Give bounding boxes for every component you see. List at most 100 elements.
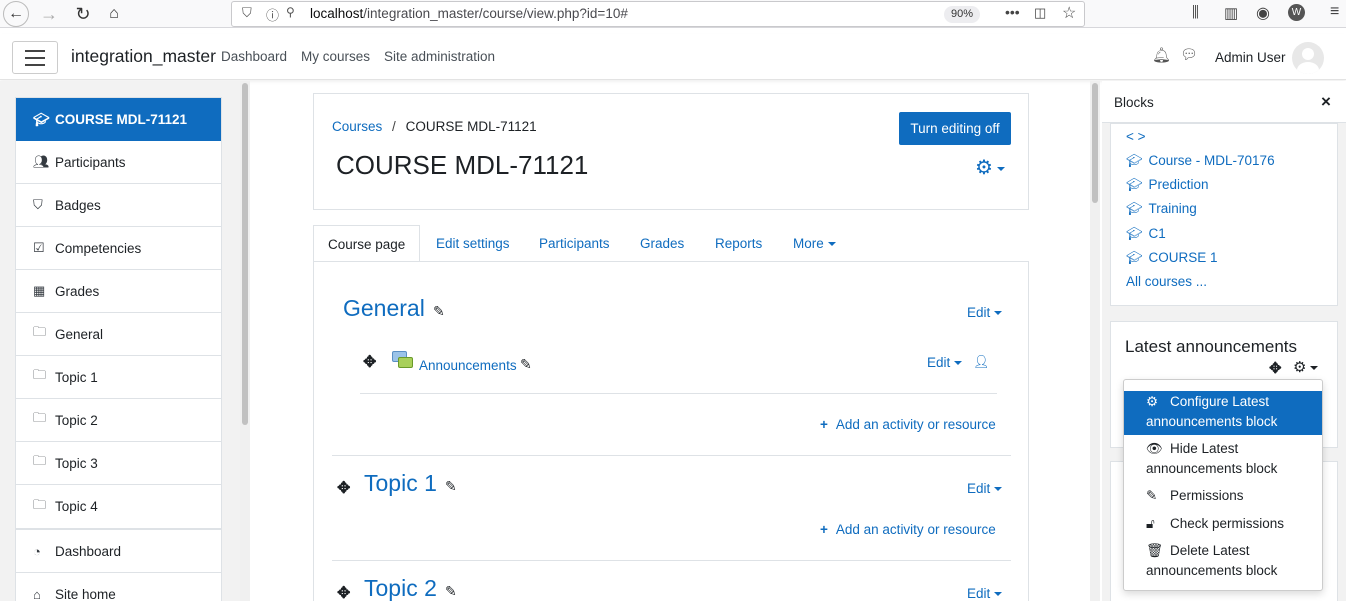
check-permissions-menu-item[interactable]: 🔓︎ Check permissions: [1124, 514, 1322, 534]
course-content: General ✎ Edit ✥ Announcements ✎ Edit 👤︎…: [313, 261, 1029, 601]
library-icon[interactable]: ⫼: [1192, 4, 1199, 21]
configure-block-menu-item[interactable]: ⚙ Configure Latest announcements block: [1124, 391, 1322, 435]
drawer-item-course[interactable]: 🎓︎ COURSE MDL-71121: [16, 98, 221, 141]
bookmark-star-icon[interactable]: ☆: [1062, 3, 1076, 23]
course-link[interactable]: 🎓︎ Prediction: [1126, 177, 1209, 193]
menu-icon[interactable]: ≡: [1330, 3, 1339, 21]
course-link[interactable]: 🎓︎ Training: [1126, 201, 1197, 217]
forward-icon[interactable]: →: [36, 1, 62, 27]
graduation-cap-icon: 🎓︎: [1126, 201, 1143, 216]
drawer-item-badges[interactable]: ⛉ Badges: [16, 184, 221, 227]
reload-icon[interactable]: ↻: [70, 1, 96, 27]
extension-icon[interactable]: W: [1288, 4, 1305, 21]
blocks-title: Blocks: [1114, 95, 1154, 110]
turn-editing-off-button[interactable]: Turn editing off: [899, 112, 1011, 145]
announcements-link[interactable]: Announcements: [419, 358, 517, 373]
section-general-edit-menu[interactable]: Edit: [967, 305, 1003, 320]
block-actions-gear-icon[interactable]: ⚙: [1293, 358, 1319, 376]
dashboard-icon: ◔: [33, 543, 41, 559]
drawer-item-topic-4[interactable]: 🗀 Topic 4: [16, 485, 221, 528]
site-nav-list: ◔ Dashboard ⌂ Site home: [15, 529, 222, 601]
account-icon[interactable]: ◉: [1256, 3, 1270, 23]
section-general-title[interactable]: General: [343, 295, 425, 322]
move-icon[interactable]: ✥: [1269, 359, 1282, 377]
move-icon[interactable]: ✥: [337, 478, 350, 498]
activity-edit-menu[interactable]: Edit: [927, 355, 963, 370]
drawer-item-general[interactable]: 🗀 General: [16, 313, 221, 356]
info-icon[interactable]: ⓘ: [266, 5, 279, 24]
avatar[interactable]: [1292, 42, 1324, 74]
courses-nav-arrows[interactable]: < >: [1126, 129, 1146, 144]
nav-site-admin-link[interactable]: Site administration: [384, 49, 495, 64]
folder-icon: 🗀: [33, 367, 47, 382]
edit-title-pencil-icon[interactable]: ✎: [520, 356, 532, 373]
nav-dashboard-link[interactable]: Dashboard: [221, 49, 287, 64]
user-icon[interactable]: 👤︎: [973, 354, 990, 370]
home-icon[interactable]: ⌂: [101, 1, 127, 27]
drawer-item-grades[interactable]: ▦ Grades: [16, 270, 221, 313]
table-icon: ▦: [33, 283, 46, 298]
tab-grades[interactable]: Grades: [640, 225, 684, 262]
course-link[interactable]: 🎓︎ C1: [1126, 226, 1166, 242]
tab-more[interactable]: More: [793, 225, 836, 262]
course-link[interactable]: 🎓︎ COURSE 1: [1126, 250, 1218, 266]
move-icon[interactable]: ✥: [363, 352, 376, 372]
url-bar[interactable]: ⛉ ⓘ ⚲ localhost/integration_master/cours…: [231, 1, 1085, 27]
delete-block-menu-item[interactable]: 🗑︎ Delete Latest announcements block: [1124, 541, 1322, 581]
drawer-item-dashboard[interactable]: ◔ Dashboard: [16, 530, 221, 573]
all-courses-link[interactable]: All courses ...: [1126, 274, 1207, 289]
edit-title-pencil-icon[interactable]: ✎: [445, 583, 457, 600]
drawer-item-topic-1[interactable]: 🗀 Topic 1: [16, 356, 221, 399]
section-topic-2-edit-menu[interactable]: Edit: [967, 586, 1003, 601]
page-title: COURSE MDL-71121: [336, 150, 589, 180]
pocket-icon[interactable]: ◫: [1034, 5, 1046, 21]
section-topic-1-edit-menu[interactable]: Edit: [967, 481, 1003, 496]
message-icon[interactable]: 💬︎: [1180, 46, 1198, 63]
unlock-icon: 🔓︎: [1146, 516, 1155, 531]
breadcrumb-courses-link[interactable]: Courses: [332, 119, 382, 134]
tab-participants[interactable]: Participants: [539, 225, 610, 262]
drawer-item-participants[interactable]: 👥︎ Participants: [16, 141, 221, 184]
shield-icon: ⛉: [242, 5, 252, 20]
divider: [360, 393, 997, 394]
permissions-icon[interactable]: ⚲: [286, 5, 295, 19]
move-icon[interactable]: ✥: [337, 583, 350, 601]
tab-course-page[interactable]: Course page: [313, 225, 421, 262]
site-name[interactable]: integration_master: [71, 46, 216, 67]
folder-icon: 🗀: [33, 324, 47, 339]
edit-title-pencil-icon[interactable]: ✎: [445, 478, 457, 495]
nav-my-courses-link[interactable]: My courses: [301, 49, 370, 64]
section-topic-2-title[interactable]: Topic 2: [364, 575, 437, 601]
checkbox-icon: ☑: [33, 240, 45, 255]
gear-icon: ⚙: [1146, 394, 1159, 409]
drawer-scrollbar[interactable]: [240, 81, 250, 601]
drawer-item-competencies[interactable]: ☑ Competencies: [16, 227, 221, 270]
section-topic-1-title[interactable]: Topic 1: [364, 470, 437, 497]
zoom-badge[interactable]: 90%: [944, 6, 980, 23]
graduation-cap-icon: 🎓︎: [1126, 250, 1143, 265]
tab-reports[interactable]: Reports: [715, 225, 762, 262]
site-navbar: integration_master Dashboard My courses …: [0, 34, 1346, 80]
tab-edit-settings[interactable]: Edit settings: [436, 225, 510, 262]
course-settings-gear-icon[interactable]: ⚙: [975, 155, 1005, 180]
back-icon[interactable]: ←: [3, 1, 29, 27]
user-name[interactable]: Admin User: [1215, 50, 1286, 65]
page-actions-icon[interactable]: •••: [1005, 4, 1020, 20]
close-icon[interactable]: ×: [1321, 92, 1331, 112]
sidebar-icon[interactable]: ▥: [1224, 4, 1238, 22]
bell-icon[interactable]: 🔔︎: [1152, 46, 1171, 64]
trash-icon: 🗑︎: [1146, 543, 1164, 558]
edit-title-pencil-icon[interactable]: ✎: [433, 303, 445, 320]
permissions-menu-item[interactable]: ✎ Permissions: [1124, 486, 1322, 506]
drawer-item-topic-3[interactable]: 🗀 Topic 3: [16, 442, 221, 485]
drawer-item-topic-2[interactable]: 🗀 Topic 2: [16, 399, 221, 442]
course-link[interactable]: 🎓︎ Course - MDL-70176: [1126, 153, 1275, 169]
drawer-toggle-button[interactable]: [12, 41, 58, 74]
add-activity-button[interactable]: + Add an activity or resource: [820, 522, 996, 537]
drawer-item-site-home[interactable]: ⌂ Site home: [16, 573, 221, 601]
page-scrollbar[interactable]: [1090, 81, 1100, 601]
hide-block-menu-item[interactable]: 👁︎ Hide Latest announcements block: [1124, 439, 1322, 479]
add-activity-button[interactable]: + Add an activity or resource: [820, 417, 996, 432]
nav-drawer: 🎓︎ COURSE MDL-71121 👥︎ Participants ⛉ Badge…: [0, 81, 240, 601]
block-title: Latest announcements: [1125, 337, 1298, 356]
